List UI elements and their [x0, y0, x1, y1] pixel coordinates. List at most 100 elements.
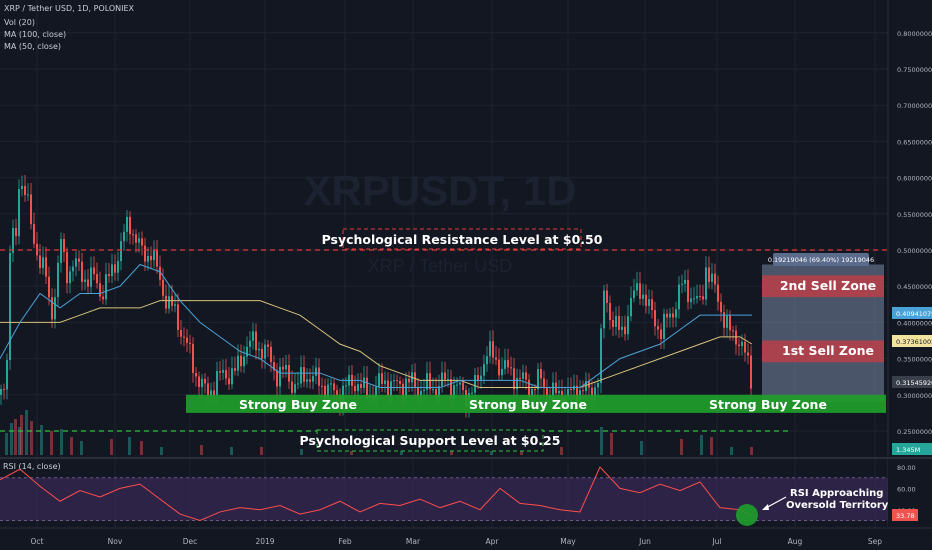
time-tick-label: Aug — [788, 537, 803, 546]
candle-body — [264, 344, 266, 359]
candle-body — [390, 381, 392, 396]
candle-body — [213, 390, 215, 396]
volume-bar — [140, 441, 143, 455]
time-tick-label: Mar — [406, 537, 421, 546]
time-tick-label: Sep — [868, 537, 882, 546]
price-tick-label: 0.75000000 — [897, 66, 932, 74]
volume-bar — [5, 433, 8, 455]
candle-body — [690, 298, 692, 303]
candle-body — [285, 364, 287, 370]
candle-body — [6, 359, 8, 390]
candle-body — [210, 390, 212, 395]
candle-body — [357, 384, 359, 392]
watermark: XRPUSDT, 1D XRP / Tether USD — [303, 167, 576, 276]
candle-body — [615, 315, 617, 327]
candle-body — [75, 258, 77, 267]
chart-canvas[interactable]: XRPUSDT, 1D XRP / Tether USD 0.19219046 … — [0, 0, 932, 550]
candle-body — [726, 315, 728, 328]
candle-body — [462, 382, 464, 391]
support-label: Psychological Support Level at $0.25 — [300, 433, 561, 448]
time-axis[interactable]: Oct Nov Dec 2019 Feb Mar Apr May Jun Jul Aug Sep — [0, 527, 932, 550]
candle-body — [732, 330, 734, 332]
candle-body — [606, 290, 608, 303]
candle-body — [138, 238, 140, 243]
last-price-tag: 0.31545920 — [896, 379, 932, 387]
candle-body — [378, 373, 380, 387]
candle-body — [459, 382, 461, 385]
candle-body — [300, 367, 302, 384]
candle-body — [747, 352, 749, 356]
candle-body — [558, 390, 560, 394]
candle-body — [471, 392, 473, 394]
candle-body — [666, 313, 668, 318]
candle-body — [57, 262, 59, 298]
candle-body — [474, 375, 476, 393]
candle-body — [432, 389, 434, 391]
candle-body — [165, 295, 167, 309]
symbol-title: XRP / Tether USD, 1D, POLONIEX — [4, 4, 135, 13]
rsi-annotation-line-2: Oversold Territory — [786, 500, 889, 511]
candle-body — [297, 383, 299, 385]
candle-body — [489, 341, 491, 357]
moving-averages — [0, 263, 753, 389]
candle-body — [741, 341, 743, 347]
candle-body — [330, 383, 332, 385]
candle-body — [600, 328, 602, 383]
candle-body — [9, 252, 11, 360]
candle-body — [225, 370, 227, 379]
candle-body — [483, 364, 485, 376]
candle-body — [249, 340, 251, 347]
volume-bar — [60, 429, 63, 455]
indicator-volume-label[interactable]: Vol (20) — [4, 18, 35, 27]
ma100-line — [0, 300, 753, 389]
volume-bar — [70, 437, 73, 455]
volume-bar — [128, 437, 131, 455]
candle-body — [681, 283, 683, 285]
time-tick-label: Dec — [183, 537, 198, 546]
candle-body — [333, 383, 335, 391]
candle-body — [48, 276, 50, 298]
candle-body — [252, 331, 254, 341]
candle-body — [306, 379, 308, 382]
candle-body — [540, 369, 542, 379]
indicator-ma100-label[interactable]: MA (100, close) — [4, 30, 66, 39]
candle-body — [384, 380, 386, 384]
candle-body — [150, 255, 152, 261]
candle-body — [486, 356, 488, 365]
candle-body — [636, 283, 638, 291]
candle-body — [66, 251, 68, 284]
candle-body — [294, 384, 296, 393]
candle-body — [477, 375, 479, 380]
candle-body — [33, 224, 35, 244]
volume-bar — [750, 447, 753, 455]
candle-body — [219, 371, 221, 373]
candle-body — [123, 231, 125, 242]
candle-body — [258, 348, 260, 351]
ma100-price-tag: 0.37361003 — [896, 338, 932, 346]
candle-body — [72, 266, 74, 272]
candle-body — [246, 346, 248, 357]
candle-body — [513, 368, 515, 390]
candle-body — [84, 279, 86, 282]
candle-body — [93, 267, 95, 275]
candle-body — [414, 372, 416, 388]
resistance-label: Psychological Resistance Level at $0.50 — [322, 232, 603, 247]
candle-body — [519, 378, 521, 380]
candle-body — [633, 290, 635, 298]
candle-body — [675, 309, 677, 318]
candle-body — [195, 372, 197, 377]
candle-body — [639, 283, 641, 299]
candle-body — [336, 390, 338, 395]
rsi-indicator-label[interactable]: RSI (14, close) — [3, 462, 61, 471]
candle-body — [393, 380, 395, 382]
candle-body — [543, 378, 545, 388]
price-axis[interactable]: 0.80000000 0.75000000 0.70000000 0.65000000… — [887, 0, 932, 528]
candle-body — [396, 380, 398, 382]
candle-body — [750, 355, 752, 389]
candle-body — [18, 189, 20, 237]
price-tick-label: 0.30000000 — [897, 392, 932, 400]
candle-body — [90, 267, 92, 287]
indicator-ma50-label[interactable]: MA (50, close) — [4, 42, 61, 51]
candle-body — [96, 274, 98, 284]
candle-body — [21, 185, 23, 190]
